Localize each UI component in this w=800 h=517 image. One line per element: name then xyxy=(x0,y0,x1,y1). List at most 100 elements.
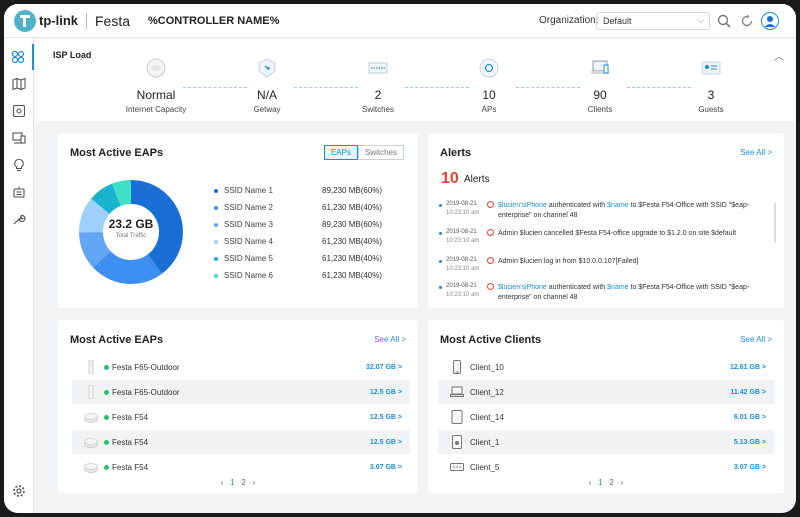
alert-link[interactable]: $lucien'siPhone xyxy=(498,284,547,291)
legend-value: 89,230 MB(60%) xyxy=(322,220,383,229)
isp-node-gateway[interactable]: N/A Getway xyxy=(222,57,312,114)
alert-link[interactable]: $name xyxy=(607,202,628,209)
organization-select[interactable]: Default ⌵ xyxy=(596,12,710,30)
traffic-value-link[interactable]: 5.13 GB > xyxy=(734,439,766,446)
traffic-value-link[interactable]: 12.5 GB > xyxy=(370,414,402,421)
traffic-value-link[interactable]: 6.01 GB > xyxy=(734,414,766,421)
online-status-dot xyxy=(104,464,109,470)
ceiling-ap-icon xyxy=(84,438,98,448)
table-row[interactable]: Client_14 6.01 GB > xyxy=(438,405,774,429)
isp-node-internet[interactable]: Normal Internet Capacity xyxy=(111,57,201,114)
device-name: Festa F54 xyxy=(112,462,149,472)
phone-icon xyxy=(453,360,461,374)
alert-warning-icon xyxy=(487,257,494,264)
traffic-donut-chart: 23.2 GB Total Traffic xyxy=(78,179,184,285)
traffic-value-link[interactable]: 11.42 GB > xyxy=(730,389,766,396)
map-icon xyxy=(12,77,26,91)
table-row[interactable]: Client_1 5.13 GB > xyxy=(438,430,774,454)
alerts-see-all-link[interactable]: See All > xyxy=(740,148,772,157)
sidebar-item-clients[interactable] xyxy=(4,125,34,151)
table-row[interactable]: Festa F54 12.5 GB > xyxy=(72,430,410,454)
sidebar-item-insights[interactable] xyxy=(4,152,34,178)
timeline-dot xyxy=(439,204,442,207)
table-row[interactable]: Client_12 11.42 GB > xyxy=(438,380,774,404)
pager-page-1[interactable]: 1 xyxy=(230,478,234,487)
pager-page-2[interactable]: 2 xyxy=(609,478,613,487)
card-title: Most Active EAPs xyxy=(70,147,164,159)
eaps-see-all-link[interactable]: See All > xyxy=(374,335,406,344)
refresh-icon[interactable] xyxy=(739,13,755,29)
sidebar-item-settings[interactable] xyxy=(4,478,34,504)
pager-next-button[interactable]: › xyxy=(252,478,255,487)
logo-text: tp-link xyxy=(39,13,78,28)
client-name: Client_10 xyxy=(470,362,504,372)
isp-node-clients[interactable]: 90 Clients xyxy=(555,57,645,114)
sidebar xyxy=(4,38,34,513)
alert-date: 2019-08-21 xyxy=(446,201,477,207)
table-row[interactable]: Festa F65-Outdoor 12.5 GB > xyxy=(72,380,410,404)
legend-name: SSID Name 5 xyxy=(224,254,273,263)
legend-item: SSID Name 6 61,230 MB(40%) xyxy=(214,267,394,284)
alert-item[interactable]: 2019-08-21 10:23:10 am $lucien'siPhone a… xyxy=(438,201,768,231)
online-status-dot xyxy=(104,364,109,370)
alert-warning-icon xyxy=(487,283,494,290)
table-row[interactable]: Festa F54 12.5 GB > xyxy=(72,405,410,429)
pager-next-button[interactable]: › xyxy=(620,478,623,487)
pager-prev-button[interactable]: ‹ xyxy=(589,478,592,487)
legend-swatch xyxy=(214,273,218,278)
user-avatar-icon[interactable] xyxy=(761,12,779,30)
tab-switches[interactable]: Switches xyxy=(357,145,404,160)
divider xyxy=(86,12,87,29)
sidebar-item-dashboard[interactable] xyxy=(4,44,34,70)
table-row[interactable]: Client_5 3.07 GB > xyxy=(438,455,774,479)
isp-node-aps[interactable]: 10 APs xyxy=(444,57,534,114)
traffic-value-link[interactable]: 12.5 GB > xyxy=(370,389,402,396)
table-row[interactable]: Festa F54 3.07 GB > xyxy=(72,455,410,479)
speaker-icon xyxy=(452,435,462,449)
traffic-value-link[interactable]: 32.07 GB > xyxy=(366,364,402,371)
timeline-dot xyxy=(439,286,442,289)
isp-node-switches[interactable]: 2 Switches xyxy=(333,57,423,114)
most-active-eaps-list-card: Most Active EAPs See All > Festa F65-Out… xyxy=(58,320,418,493)
chart-tabs: EAPs Switches xyxy=(323,145,404,160)
sidebar-item-logs[interactable] xyxy=(4,179,34,205)
tab-eaps[interactable]: EAPs xyxy=(323,145,358,160)
pager-page-1[interactable]: 1 xyxy=(598,478,602,487)
sidebar-item-tools[interactable] xyxy=(4,206,34,232)
alert-item[interactable]: 2019-08-21 10:23:10 am Admin $lucien can… xyxy=(438,229,768,259)
alert-link[interactable]: $name xyxy=(607,284,628,291)
gear-icon xyxy=(13,485,25,497)
donut-center: 23.2 GB Total Traffic xyxy=(78,217,184,239)
alert-date: 2019-08-21 xyxy=(446,257,477,263)
legend-value: 89,230 MB(60%) xyxy=(322,186,383,195)
device-name: Festa F54 xyxy=(112,412,149,422)
isp-node-guests[interactable]: 3 Guests xyxy=(666,57,756,114)
table-row[interactable]: Festa F65-Outdoor 32.07 GB > xyxy=(72,355,410,379)
card-title: Most Active EAPs xyxy=(70,334,164,346)
sidebar-item-devices[interactable] xyxy=(4,98,34,124)
alert-item[interactable]: 2019-08-21 10:23:10 am $lucien'siPhone a… xyxy=(438,283,768,313)
traffic-value-link[interactable]: 3.07 GB > xyxy=(734,464,766,471)
pager-prev-button[interactable]: ‹ xyxy=(221,478,224,487)
traffic-value-link[interactable]: 12.61 GB > xyxy=(730,364,766,371)
alert-link[interactable]: $lucien'siPhone xyxy=(498,202,547,209)
clients-see-all-link[interactable]: See All > xyxy=(740,335,772,344)
search-icon[interactable] xyxy=(716,13,732,29)
traffic-value-link[interactable]: 3.07 GB > xyxy=(370,464,402,471)
alerts-card: Alerts See All > 10 Alerts 2019-08-21 10… xyxy=(428,133,784,308)
timeline-dot xyxy=(439,260,442,263)
device-name: Festa F54 xyxy=(112,437,149,447)
online-status-dot xyxy=(104,414,109,420)
table-row[interactable]: Client_10 12.61 GB > xyxy=(438,355,774,379)
sidebar-item-map[interactable] xyxy=(4,71,34,97)
alerts-scrollbar[interactable] xyxy=(774,203,776,243)
device-name: Festa F65-Outdoor xyxy=(112,387,180,397)
legend-swatch xyxy=(214,256,218,261)
alert-text: authenticated with xyxy=(546,202,608,209)
ceiling-ap-icon xyxy=(84,413,98,423)
traffic-value-link[interactable]: 12.5 GB > xyxy=(370,439,402,446)
alert-text: authenticated with xyxy=(546,284,608,291)
pager-page-2[interactable]: 2 xyxy=(241,478,245,487)
lightbulb-icon xyxy=(14,158,24,172)
chevron-up-icon[interactable]: ︿ xyxy=(774,48,784,63)
